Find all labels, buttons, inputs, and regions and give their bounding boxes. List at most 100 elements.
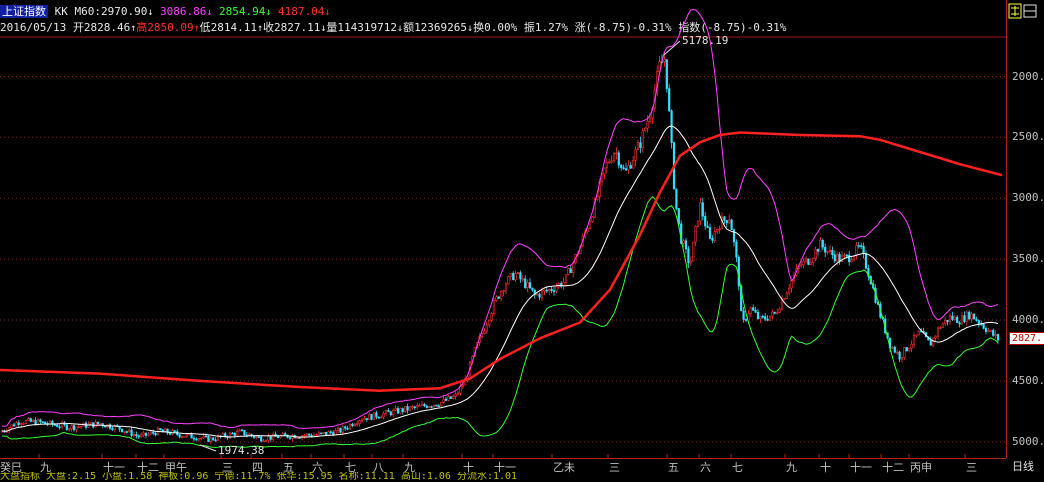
candle-body (929, 339, 932, 346)
candle-body (749, 307, 752, 314)
candle-body (946, 319, 949, 323)
candle-body (802, 260, 805, 266)
current-price-badge: 2827. (1009, 332, 1044, 345)
candle-body (492, 300, 496, 314)
candle-body (624, 168, 628, 171)
candle-body (190, 433, 193, 439)
candle-body (941, 323, 944, 328)
candle-body (994, 334, 997, 336)
candle-body (612, 153, 616, 162)
candle-body (521, 278, 524, 281)
candle-body (804, 258, 808, 262)
price-tick-label: 4500. (1012, 373, 1044, 387)
candle-body (185, 433, 188, 437)
candle-body (336, 428, 340, 431)
candle-body (461, 384, 464, 387)
candle-body (284, 433, 287, 436)
candle-body (152, 431, 155, 434)
candle-body (903, 347, 906, 358)
candle-body (629, 165, 632, 169)
candle-body (639, 142, 642, 148)
candle-body (77, 426, 80, 428)
candle-body (756, 311, 760, 319)
candle-body (322, 432, 325, 434)
candle-body (192, 437, 196, 440)
lock-icon[interactable] (1008, 3, 1038, 19)
candle-body (118, 426, 121, 430)
candle-body (68, 428, 71, 431)
candle-body (317, 432, 320, 435)
candle-body (848, 254, 851, 263)
candle-body (752, 307, 755, 311)
candle-body (70, 425, 73, 430)
candle-body (428, 406, 431, 408)
candle-body (836, 254, 839, 262)
candle-body (694, 226, 697, 243)
candle-body (809, 262, 812, 265)
candle-body (862, 245, 865, 254)
candle-body (80, 425, 83, 428)
candle-body (821, 240, 824, 248)
candle-body (161, 429, 164, 432)
candle-body (677, 208, 680, 225)
candle-body (996, 334, 1000, 341)
candle-body (288, 437, 292, 439)
candle-body (780, 299, 784, 310)
candle-body (893, 346, 896, 353)
candle-body (900, 357, 904, 360)
candle-body (144, 432, 148, 436)
ma-line (1, 125, 999, 438)
candle-body (399, 408, 402, 414)
candle-body (944, 319, 947, 325)
candle-body (72, 425, 76, 431)
candle-body (20, 423, 23, 425)
candle-body (970, 313, 973, 320)
candle-body (356, 423, 359, 425)
candle-body (742, 310, 745, 320)
candle-body (159, 428, 162, 431)
candle-body (257, 436, 260, 438)
candle-body (200, 437, 203, 440)
candle-body (269, 436, 272, 440)
candle-body (394, 408, 397, 411)
candle-body (744, 319, 748, 321)
candle-body (963, 315, 966, 322)
candle-body (108, 424, 112, 429)
candle-body (420, 403, 424, 406)
candle-body (951, 315, 954, 320)
candle-body (341, 426, 344, 433)
candle-body (94, 421, 97, 428)
candle-body (764, 316, 767, 320)
candle-body (675, 188, 678, 209)
candle-body (617, 152, 620, 166)
candle-body (977, 320, 980, 324)
candle-body (850, 259, 853, 263)
candle-body (308, 433, 311, 436)
candle-body (984, 328, 988, 332)
candle-body (375, 412, 378, 418)
candle-body (147, 433, 150, 436)
candle-body (29, 418, 32, 422)
candle-body (588, 221, 592, 229)
candle-body (396, 408, 400, 414)
candle-body (298, 437, 301, 439)
candle-body (704, 216, 707, 227)
candle-body (413, 406, 416, 408)
kline-chart[interactable] (0, 0, 1006, 458)
candle-body (377, 416, 380, 419)
candle-body (296, 437, 299, 439)
candle-body (800, 264, 803, 267)
candle-body (449, 396, 452, 399)
candle-body (982, 324, 985, 329)
candle-body (255, 436, 258, 438)
candle-body (665, 59, 668, 89)
candle-body (912, 335, 916, 345)
candle-body (497, 296, 500, 299)
candle-body (382, 413, 385, 418)
candle-body (75, 426, 78, 431)
candle-body (936, 327, 940, 337)
candle-body (790, 280, 793, 289)
candle-body (10, 424, 13, 428)
candle-body (440, 402, 443, 407)
candle-body (512, 272, 515, 281)
